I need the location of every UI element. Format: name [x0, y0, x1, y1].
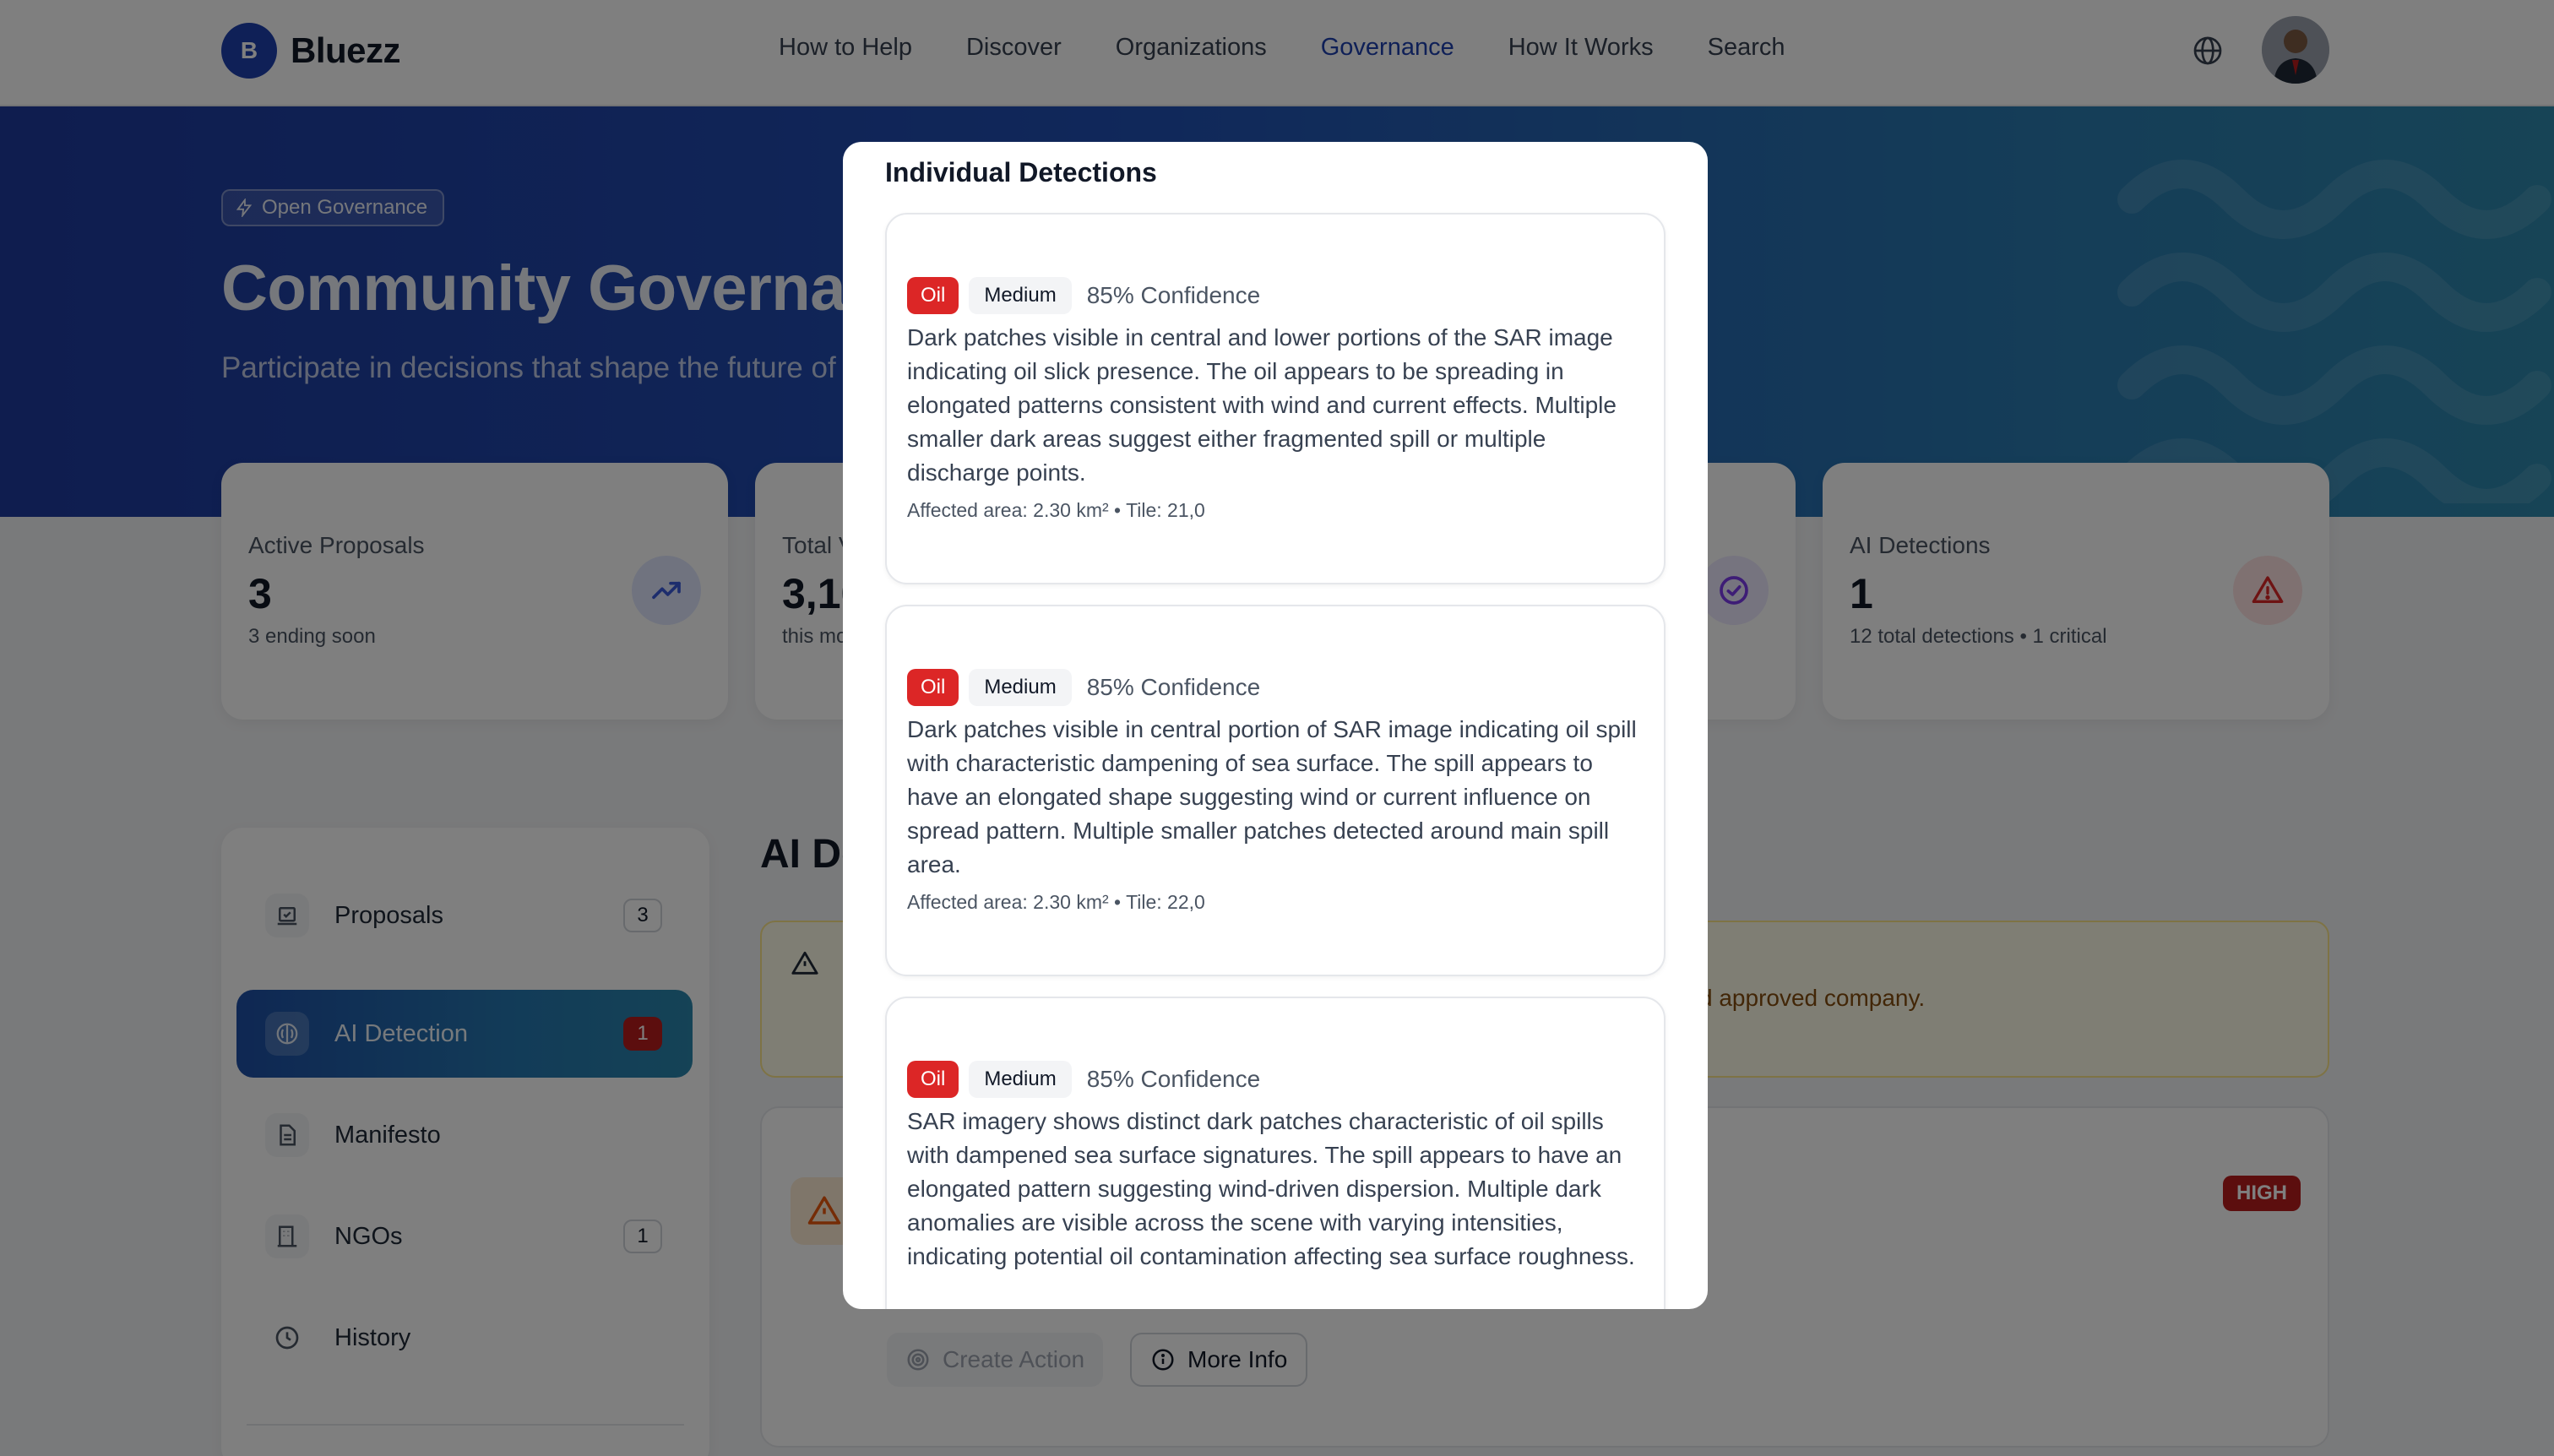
confidence-label: 85% Confidence [1086, 282, 1261, 308]
severity-badge: Medium [969, 277, 1072, 314]
detection-description: Dark patches visible in central and lowe… [907, 324, 1617, 486]
detection-card: Oil Medium 85% Confidence Dark patches v… [885, 213, 1666, 584]
detections-modal: Individual Detections Oil Medium 85% Con… [843, 142, 1708, 1309]
detection-meta: Affected area: 2.30 km² • Tile: 21,0 [907, 499, 1205, 521]
type-badge: Oil [907, 669, 959, 706]
detection-body: Dark patches visible in central and lowe… [907, 321, 1647, 527]
confidence-label: 85% Confidence [1086, 1066, 1261, 1092]
severity-badge: Medium [969, 1061, 1072, 1098]
detection-tags: Oil Medium 85% Confidence [907, 669, 1260, 706]
detection-description: Dark patches visible in central portion … [907, 716, 1637, 877]
detection-tags: Oil Medium 85% Confidence [907, 1061, 1260, 1098]
detection-tags: Oil Medium 85% Confidence [907, 277, 1260, 314]
modal-title: Individual Detections [885, 157, 1157, 187]
type-badge: Oil [907, 1061, 959, 1098]
detection-card: Oil Medium 85% Confidence SAR imagery sh… [885, 997, 1666, 1309]
type-badge: Oil [907, 277, 959, 314]
detection-body: Dark patches visible in central portion … [907, 713, 1647, 919]
detection-card: Oil Medium 85% Confidence Dark patches v… [885, 605, 1666, 976]
severity-badge: Medium [969, 669, 1072, 706]
confidence-label: 85% Confidence [1086, 674, 1261, 700]
detection-meta: Affected area: 2.30 km² • Tile: 22,0 [907, 891, 1205, 913]
detection-description: SAR imagery shows distinct dark patches … [907, 1108, 1635, 1269]
detection-body: SAR imagery shows distinct dark patches … [907, 1105, 1647, 1274]
